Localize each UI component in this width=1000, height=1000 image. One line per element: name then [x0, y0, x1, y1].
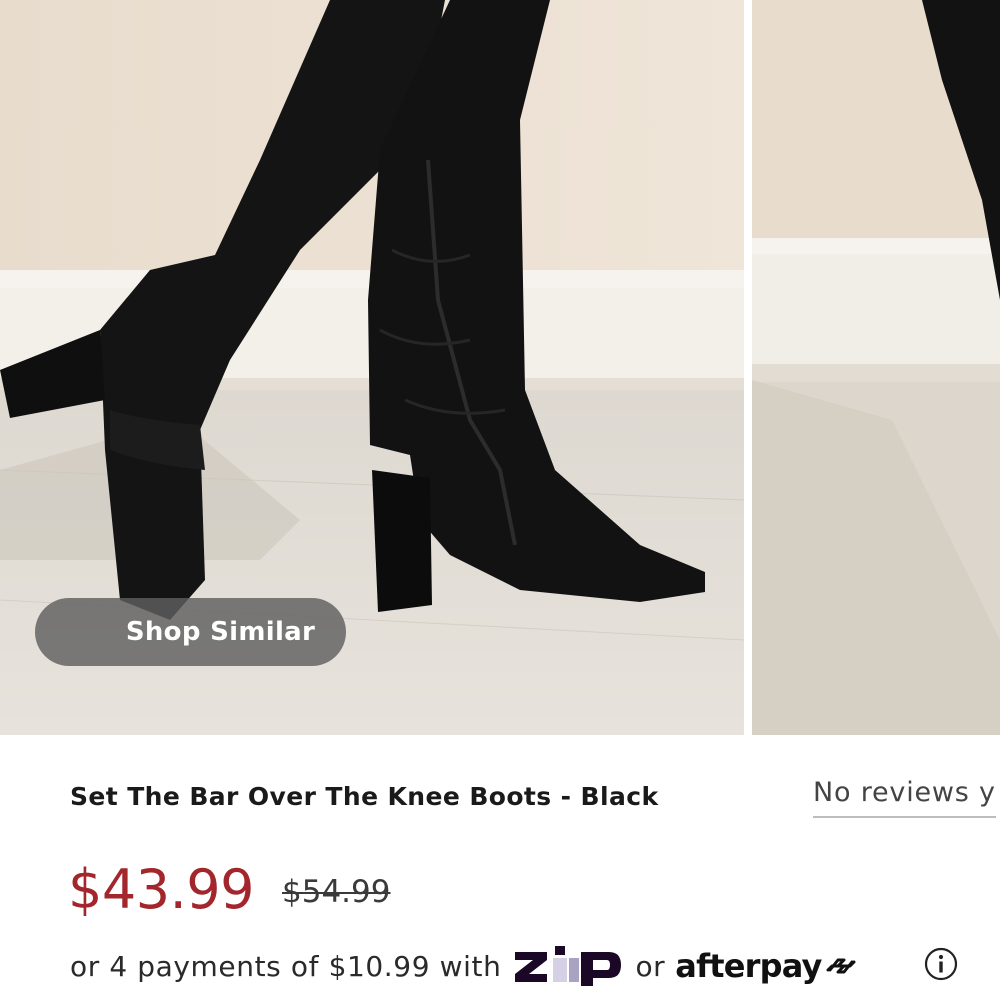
shop-similar-button[interactable]: Shop Similar [35, 598, 346, 666]
product-title: Set The Bar Over The Knee Boots - Black [70, 782, 659, 811]
boot-photo-illustration-next [752, 0, 1000, 735]
sale-price: $43.99 [68, 858, 254, 921]
afterpay-arrows-icon [826, 958, 856, 974]
installment-info: or 4 payments of $10.99 with or afterpay [70, 944, 858, 988]
product-image-carousel[interactable]: Shop Similar [0, 0, 1000, 735]
product-image-next[interactable] [752, 0, 1000, 735]
afterpay-logo-icon[interactable]: afterpay [675, 947, 857, 985]
afterpay-label: afterpay [675, 947, 822, 985]
reviews-link[interactable]: No reviews y [813, 777, 996, 818]
original-price: $54.99 [282, 874, 391, 910]
product-page: Shop Similar Set The Bar Over The Knee B… [0, 0, 1000, 1000]
payment-or-text: or [635, 949, 666, 983]
installment-text: or 4 payments of $10.99 with [70, 949, 502, 983]
zip-logo-icon[interactable] [513, 944, 623, 988]
info-icon[interactable] [924, 947, 958, 981]
